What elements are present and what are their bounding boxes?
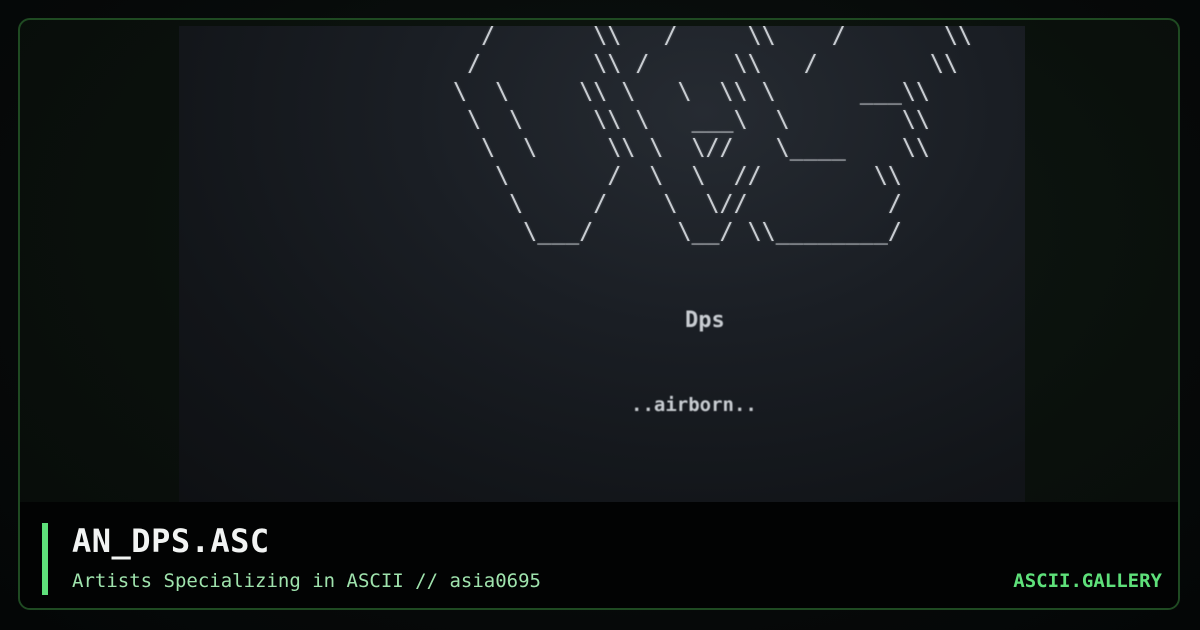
info-bar: AN_DPS.ASC Artists Specializing in ASCII… — [20, 502, 1178, 608]
card-frame: / \\ / \\ / \\ / \\ / \\ / \\ \ \ \\ \ \… — [18, 18, 1180, 610]
ascii-art-block: / \\ / \\ / \\ / \\ / \\ / \\ \ \ \\ \ \… — [453, 26, 973, 245]
share-card: / \\ / \\ / \\ / \\ / \\ / \\ \ \ \\ \ \… — [0, 0, 1200, 630]
ascii-tagline: ..airborn.. — [631, 394, 757, 416]
ascii-signature: Dps — [685, 308, 725, 333]
artwork-preview: / \\ / \\ / \\ / \\ / \\ / \\ \ \ \\ \ \… — [179, 26, 1025, 502]
artwork-title: AN_DPS.ASC — [72, 522, 270, 560]
site-brand-link[interactable]: ASCII.GALLERY — [1013, 570, 1162, 592]
accent-bar — [42, 523, 48, 595]
artwork-subtitle: Artists Specializing in ASCII // asia069… — [72, 570, 541, 592]
